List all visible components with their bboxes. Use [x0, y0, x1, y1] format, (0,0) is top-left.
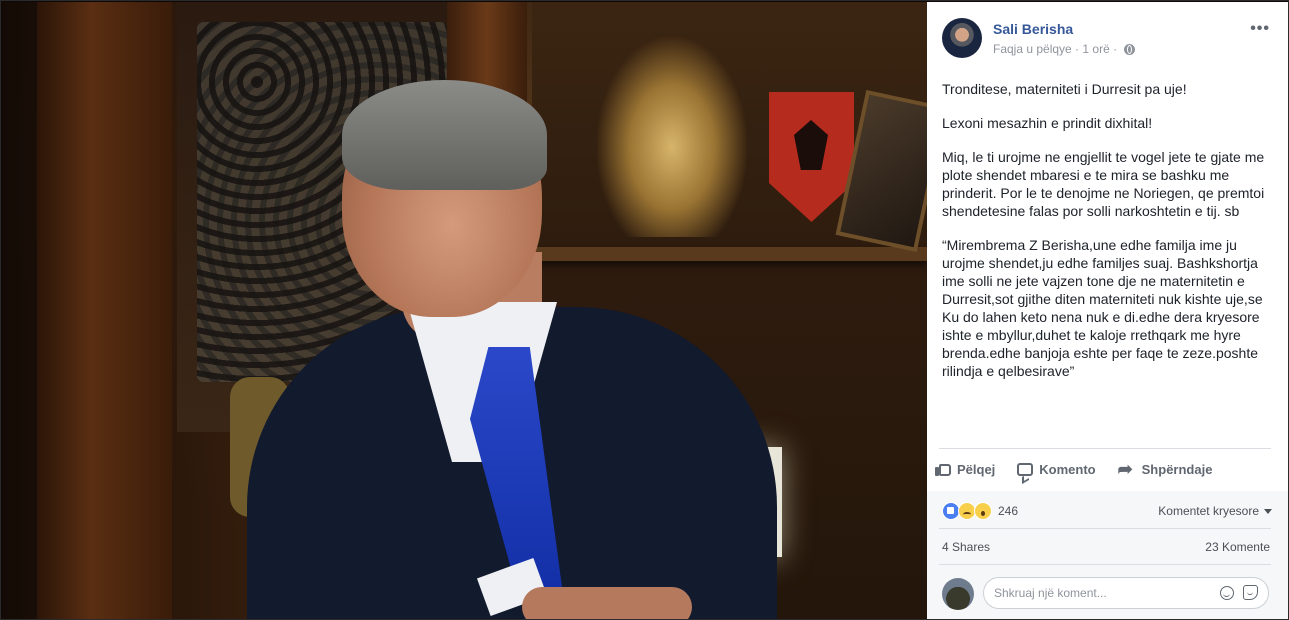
- comment-input-placeholder[interactable]: Shkruaj një koment...: [994, 586, 1107, 600]
- comment-filter-label: Komentet kryesore: [1158, 504, 1259, 518]
- comments-count-link[interactable]: 23 Komente: [1205, 540, 1270, 554]
- post-paragraph: Tronditese, materniteti i Durresit pa uj…: [942, 81, 1187, 97]
- author-name-link[interactable]: Sali Berisha: [993, 21, 1073, 37]
- comment-filter-dropdown[interactable]: Komentet kryesore: [1158, 504, 1272, 518]
- photo-statue: [597, 37, 747, 237]
- post-meta-text: Faqja u pëlqye · 1 orë ·: [993, 42, 1118, 56]
- composer-divider: [939, 564, 1271, 565]
- post-actions: Pëlqej Komento ➦ Shpërndaje: [935, 453, 1271, 485]
- post-side-panel: Sali Berisha Faqja u pëlqye · 1 orë · ••…: [927, 2, 1288, 619]
- post-feedback-area: 246 Komentet kryesore 4 Shares 23 Koment…: [927, 491, 1288, 619]
- like-button[interactable]: Pëlqej: [935, 461, 996, 477]
- thumbs-up-icon: [935, 464, 951, 476]
- post-message: Tronditese, materniteti i Durresit pa uj…: [942, 80, 1272, 396]
- globe-icon: [1124, 43, 1136, 55]
- post-paragraph: Lexoni mesazhin e prindit dixhital!: [942, 115, 1153, 131]
- shares-count-link[interactable]: 4 Shares: [942, 540, 990, 554]
- emoji-icon[interactable]: [1220, 586, 1234, 600]
- current-user-avatar: [942, 578, 974, 610]
- share-button[interactable]: ➦ Shpërndaje: [1117, 459, 1213, 479]
- photo-person-hand: [522, 587, 692, 619]
- photo-background-door: [37, 2, 172, 619]
- like-label: Pëlqej: [957, 461, 996, 477]
- comment-label: Komento: [1039, 461, 1096, 477]
- post-meta: Faqja u pëlqye · 1 orë ·: [993, 42, 1136, 56]
- wow-reaction-icon: [974, 502, 992, 520]
- photo-person-hair: [342, 80, 547, 190]
- caret-down-icon: [1264, 508, 1272, 514]
- photo-shelf: [532, 247, 927, 261]
- comment-bubble-icon: [1017, 462, 1034, 476]
- post-paragraph: “Mirembrema Z Berisha,une edhe familja i…: [942, 237, 1263, 379]
- post-photo[interactable]: [2, 2, 927, 619]
- more-options-icon[interactable]: •••: [1250, 20, 1270, 38]
- reactions-summary[interactable]: 246: [942, 502, 1018, 520]
- window-frame: Sali Berisha Faqja u pëlqye · 1 orë · ••…: [0, 0, 1289, 620]
- comment-input-box[interactable]: Shkruaj një koment...: [983, 577, 1269, 609]
- reaction-count: 246: [998, 504, 1019, 518]
- comment-button[interactable]: Komento: [1017, 461, 1096, 477]
- post-paragraph: Miq, le ti urojme ne engjellit te vogel …: [942, 149, 1265, 219]
- share-arrow-icon: ➦: [1117, 459, 1133, 479]
- stats-divider: [939, 528, 1271, 529]
- author-avatar[interactable]: [942, 18, 982, 58]
- actions-divider: [939, 448, 1271, 449]
- share-label: Shpërndaje: [1141, 461, 1213, 477]
- sticker-icon[interactable]: [1243, 585, 1258, 600]
